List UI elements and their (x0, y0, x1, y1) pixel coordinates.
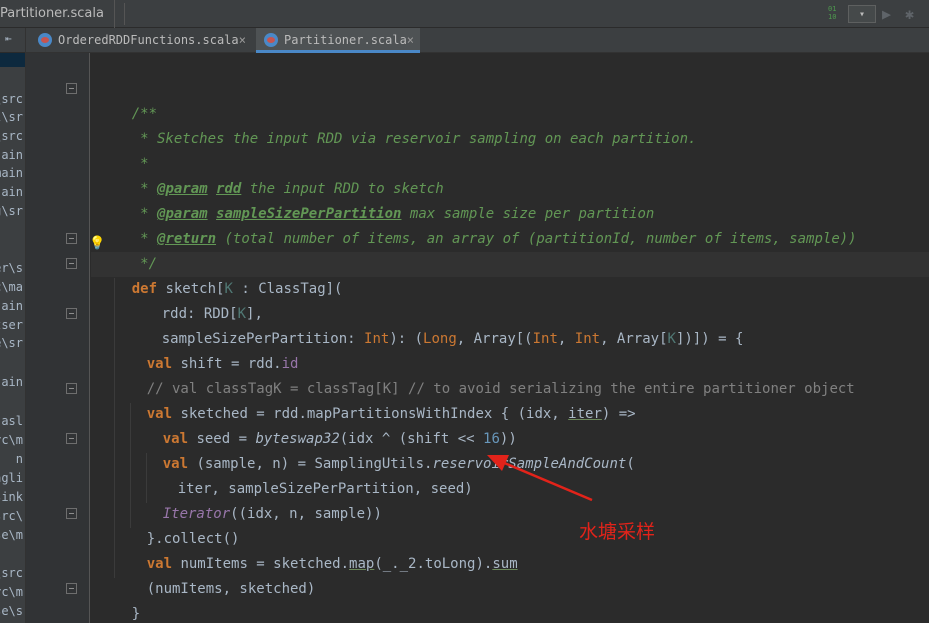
annotation-label: 水塘采样 (579, 521, 656, 543)
annotation-arrow (487, 455, 593, 502)
